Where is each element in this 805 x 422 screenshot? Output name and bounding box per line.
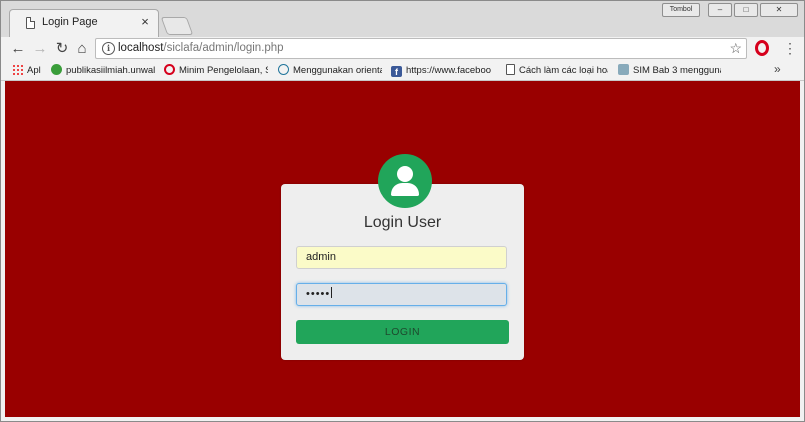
reload-icon[interactable]: ↻ bbox=[53, 40, 71, 58]
back-icon[interactable]: ← bbox=[9, 40, 27, 58]
globe-icon bbox=[51, 64, 62, 75]
apps-icon bbox=[12, 64, 23, 75]
text-caret bbox=[331, 287, 333, 298]
bookmark-label: Cách làm các loại hoa bbox=[519, 65, 608, 76]
login-title: Login User bbox=[363, 214, 442, 231]
password-input[interactable]: ••••• bbox=[296, 283, 507, 306]
close-window-button[interactable]: ✕ bbox=[760, 3, 798, 17]
sim-icon bbox=[618, 64, 629, 75]
bookmark-item[interactable]: Cách làm các loại hoa bbox=[506, 64, 608, 78]
browser-toolbar: ← → ↻ ⌂ i localhost/siclafa/admin/login.… bbox=[1, 37, 804, 61]
home-icon[interactable]: ⌂ bbox=[73, 40, 91, 58]
bookmark-label: Apl bbox=[27, 65, 41, 76]
page-content: Login User admin ••••• LOGIN bbox=[5, 81, 800, 417]
bookmark-label: SIM Bab 3 menggunal bbox=[633, 65, 721, 76]
close-tab-icon[interactable]: × bbox=[139, 14, 151, 30]
bookmark-item[interactable]: Minim Pengelolaan, S bbox=[164, 64, 268, 78]
address-bar[interactable]: i localhost/siclafa/admin/login.php ☆ bbox=[95, 38, 747, 59]
browser-window: Login Page × Tombol ‒ □ ✕ ← → ↻ ⌂ i loca… bbox=[0, 0, 805, 422]
bookmark-item[interactable]: SIM Bab 3 menggunal bbox=[618, 64, 721, 78]
password-value: ••••• bbox=[306, 288, 331, 300]
tab-strip: Login Page × Tombol ‒ □ ✕ bbox=[1, 1, 804, 37]
tab-login-page[interactable]: Login Page × bbox=[9, 9, 159, 37]
bookmark-label: publikasiilmiah.unwal bbox=[66, 65, 156, 76]
bookmark-item[interactable]: publikasiilmiah.unwal bbox=[51, 64, 156, 78]
opera-icon[interactable] bbox=[755, 40, 769, 56]
bookmark-label: Menggunakan orienta bbox=[293, 65, 382, 76]
maximize-button[interactable]: □ bbox=[734, 3, 758, 17]
url-path: /siclafa/admin/login.php bbox=[163, 42, 284, 54]
login-card: Login User admin ••••• LOGIN bbox=[281, 184, 524, 360]
login-button[interactable]: LOGIN bbox=[296, 320, 509, 344]
url-text[interactable]: localhost/siclafa/admin/login.php bbox=[118, 42, 284, 54]
bookmark-item[interactable]: f https://www.faceboo bbox=[391, 64, 495, 78]
info-icon[interactable]: i bbox=[102, 42, 115, 55]
bookmark-apps[interactable]: Apl bbox=[12, 64, 44, 78]
new-tab-button[interactable] bbox=[160, 17, 194, 35]
url-host: localhost bbox=[118, 42, 164, 54]
avatar-head bbox=[397, 166, 413, 182]
wordpress-icon bbox=[278, 64, 289, 75]
forward-icon[interactable]: → bbox=[31, 40, 49, 58]
username-value: admin bbox=[306, 251, 336, 263]
minimize-button[interactable]: ‒ bbox=[708, 3, 732, 17]
window-controls: Tombol ‒ □ ✕ bbox=[662, 3, 798, 17]
username-input[interactable]: admin bbox=[296, 246, 507, 269]
bookmark-item[interactable]: Menggunakan orienta bbox=[278, 64, 382, 78]
page-icon bbox=[26, 17, 35, 29]
star-icon[interactable]: ☆ bbox=[729, 39, 742, 58]
facebook-icon: f bbox=[391, 66, 402, 77]
bookmarks-bar: Apl publikasiilmiah.unwal Minim Pengelol… bbox=[1, 61, 804, 81]
bookmark-label: https://www.faceboo bbox=[406, 65, 492, 76]
bookmark-label: Minim Pengelolaan, S bbox=[179, 65, 268, 76]
user-avatar-icon bbox=[378, 154, 432, 208]
avatar-body bbox=[391, 183, 419, 196]
opera-icon bbox=[164, 64, 175, 75]
tab-title: Login Page bbox=[42, 16, 98, 28]
more-bookmarks-icon[interactable]: » bbox=[774, 62, 781, 76]
menu-icon[interactable]: ⋮ bbox=[783, 39, 797, 57]
profile-button[interactable]: Tombol bbox=[662, 3, 700, 17]
document-icon bbox=[506, 64, 515, 75]
